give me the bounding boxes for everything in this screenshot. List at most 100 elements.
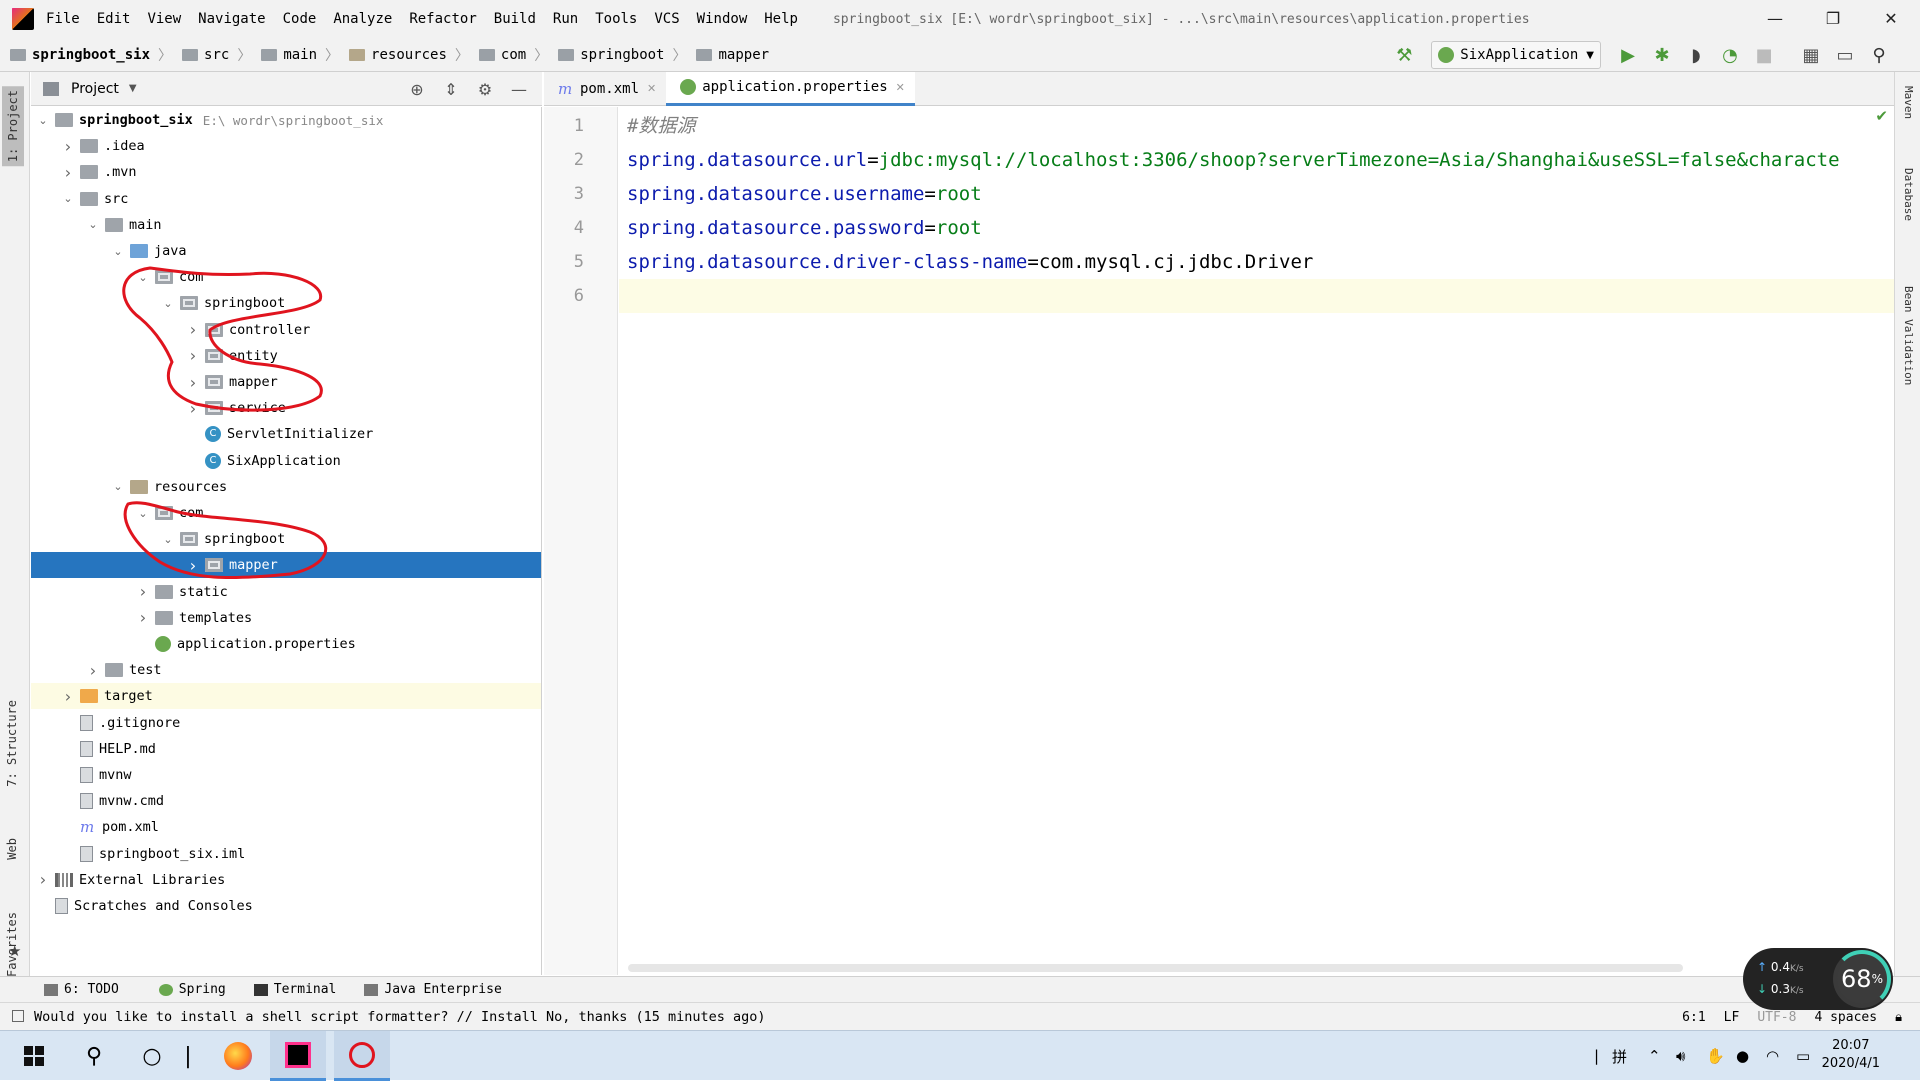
- chevron-right-icon[interactable]: ›: [60, 137, 76, 156]
- tree-node[interactable]: › mapper: [31, 552, 541, 579]
- code-line[interactable]: spring.datasource.password=root: [619, 211, 1894, 245]
- tree-node[interactable]: › target: [31, 683, 541, 710]
- menu-view[interactable]: View: [147, 11, 181, 27]
- menu-analyze[interactable]: Analyze: [333, 11, 392, 27]
- collapse-all-icon[interactable]: ⇕: [434, 80, 468, 99]
- tree-node[interactable]: ⌄ src: [31, 186, 541, 212]
- tree-node[interactable]: › templates: [31, 605, 541, 631]
- menu-window[interactable]: Window: [697, 11, 748, 27]
- tool-tab-bean-validation[interactable]: Bean Validation: [1902, 286, 1915, 385]
- tree-node[interactable]: mvnw: [31, 762, 541, 788]
- project-structure-icon[interactable]: ▦: [1799, 43, 1823, 67]
- lock-icon[interactable]: 🔒︎: [1895, 1010, 1902, 1025]
- chevron-down-icon[interactable]: ⌄: [35, 114, 51, 127]
- profile-icon[interactable]: ◔: [1718, 43, 1742, 67]
- chevron-right-icon[interactable]: ›: [185, 556, 201, 575]
- tree-node[interactable]: C SixApplication: [31, 448, 541, 474]
- status-message[interactable]: Would you like to install a shell script…: [12, 1009, 766, 1025]
- tree-node[interactable]: m pom.xml: [31, 814, 541, 840]
- tree-node[interactable]: › .mvn: [31, 159, 541, 185]
- indent-setting[interactable]: 4 spaces: [1814, 1010, 1877, 1025]
- tool-tab-project[interactable]: 1: Project: [2, 86, 24, 167]
- breadcrumb-springboot[interactable]: springboot 〉: [558, 45, 686, 65]
- stop-icon[interactable]: ■: [1752, 43, 1776, 67]
- tool-tab-maven[interactable]: Maven: [1902, 86, 1915, 119]
- tool-tab-structure[interactable]: 7: Structure: [5, 700, 19, 787]
- menu-code[interactable]: Code: [283, 11, 317, 27]
- locate-file-icon[interactable]: ⊕: [400, 80, 434, 99]
- tool-tab-web[interactable]: Web: [5, 838, 19, 860]
- tool-tab-todo[interactable]: 6: TODO: [44, 982, 119, 997]
- tree-node[interactable]: ⌄ springboot: [31, 290, 541, 316]
- code-line[interactable]: spring.datasource.driver-class-name=com.…: [619, 245, 1894, 279]
- close-window-button[interactable]: ✕: [1862, 0, 1920, 38]
- chevron-down-icon[interactable]: ⌄: [85, 218, 101, 231]
- code-line[interactable]: spring.datasource.username=root: [619, 177, 1894, 211]
- tree-node[interactable]: springboot_six.iml: [31, 841, 541, 867]
- code-editor[interactable]: ✔ #数据源 spring.datasource.url=jdbc:mysql:/…: [619, 107, 1894, 975]
- tree-node[interactable]: › test: [31, 657, 541, 683]
- tree-node[interactable]: ⌄ main: [31, 212, 541, 238]
- run-play-icon[interactable]: ▶: [1616, 43, 1640, 67]
- maximize-button[interactable]: ❐: [1804, 0, 1862, 38]
- search-icon[interactable]: ⚲: [72, 1031, 116, 1081]
- tree-node[interactable]: › static: [31, 579, 541, 605]
- close-tab-icon[interactable]: ✕: [647, 82, 656, 95]
- menu-tools[interactable]: Tools: [595, 11, 637, 27]
- volume-icon[interactable]: 🔊︎: [1676, 1031, 1685, 1081]
- tree-node[interactable]: ⌄ com: [31, 264, 541, 290]
- tree-node[interactable]: ⌄ resources: [31, 474, 541, 500]
- tree-node[interactable]: › entity: [31, 343, 541, 369]
- hide-panel-icon[interactable]: —: [502, 80, 536, 99]
- menu-file[interactable]: File: [46, 11, 80, 27]
- tree-node[interactable]: application.properties: [31, 631, 541, 657]
- chevron-down-icon[interactable]: ⌄: [135, 507, 151, 520]
- run-configuration-dropdown[interactable]: SixApplication ▼: [1431, 41, 1601, 69]
- menu-help[interactable]: Help: [764, 11, 798, 27]
- menu-edit[interactable]: Edit: [97, 11, 131, 27]
- windows-start-icon[interactable]: [14, 1031, 54, 1081]
- editor-tab-application-properties[interactable]: application.properties ✕: [666, 71, 915, 106]
- tree-node[interactable]: Scratches and Consoles: [31, 893, 541, 919]
- minimize-button[interactable]: —: [1746, 0, 1804, 38]
- line-separator[interactable]: LF: [1724, 1010, 1740, 1025]
- tree-node[interactable]: ⌄ com: [31, 500, 541, 526]
- chevron-up-icon[interactable]: ⌃: [1648, 1031, 1661, 1081]
- chevron-right-icon[interactable]: ›: [185, 399, 201, 418]
- code-line[interactable]: [619, 279, 1894, 313]
- breadcrumb-main[interactable]: main 〉: [261, 45, 339, 65]
- chevron-right-icon[interactable]: ›: [185, 346, 201, 365]
- chevron-right-icon[interactable]: ›: [60, 687, 76, 706]
- menu-build[interactable]: Build: [494, 11, 536, 27]
- build-hammer-icon[interactable]: ⚒: [1392, 43, 1416, 67]
- caret-position[interactable]: 6:1: [1682, 1010, 1705, 1025]
- battery-icon[interactable]: ▭: [1796, 1031, 1810, 1081]
- breadcrumb-resources[interactable]: resources 〉: [349, 45, 469, 65]
- tree-node[interactable]: ⌄ java: [31, 238, 541, 264]
- chevron-down-icon[interactable]: ⌄: [110, 245, 126, 258]
- file-encoding[interactable]: UTF-8: [1757, 1010, 1796, 1025]
- tool-tab-spring[interactable]: Spring: [158, 982, 226, 997]
- search-everywhere-icon[interactable]: ⚲: [1867, 43, 1891, 67]
- editor-tab-pom-xml[interactable]: m pom.xml ✕: [544, 72, 666, 106]
- tree-node[interactable]: C ServletInitializer: [31, 421, 541, 447]
- intellij-app-icon[interactable]: [270, 1031, 326, 1081]
- breadcrumb-src[interactable]: src 〉: [182, 45, 251, 65]
- tree-node[interactable]: › service: [31, 395, 541, 421]
- breadcrumb-mapper[interactable]: mapper: [696, 47, 769, 63]
- chevron-down-icon[interactable]: ▼: [129, 83, 137, 94]
- horizontal-scrollbar[interactable]: [628, 964, 1683, 972]
- menu-refactor[interactable]: Refactor: [409, 11, 476, 27]
- chevron-right-icon[interactable]: ›: [135, 608, 151, 627]
- run-anything-icon[interactable]: ▭: [1833, 43, 1857, 67]
- ime-indicator[interactable]: 拼: [1612, 1031, 1627, 1081]
- gear-icon[interactable]: ⚙: [468, 80, 502, 99]
- tree-node[interactable]: .gitignore: [31, 710, 541, 736]
- snipping-tool-app-icon[interactable]: [334, 1031, 390, 1081]
- tree-node[interactable]: › controller: [31, 317, 541, 343]
- chevron-down-icon[interactable]: ⌄: [160, 533, 176, 546]
- run-with-coverage-icon[interactable]: ◗: [1684, 43, 1708, 67]
- debug-bug-icon[interactable]: ✱: [1650, 43, 1674, 67]
- wifi-icon[interactable]: ◠: [1766, 1031, 1779, 1081]
- project-view-selector[interactable]: Project: [71, 81, 119, 97]
